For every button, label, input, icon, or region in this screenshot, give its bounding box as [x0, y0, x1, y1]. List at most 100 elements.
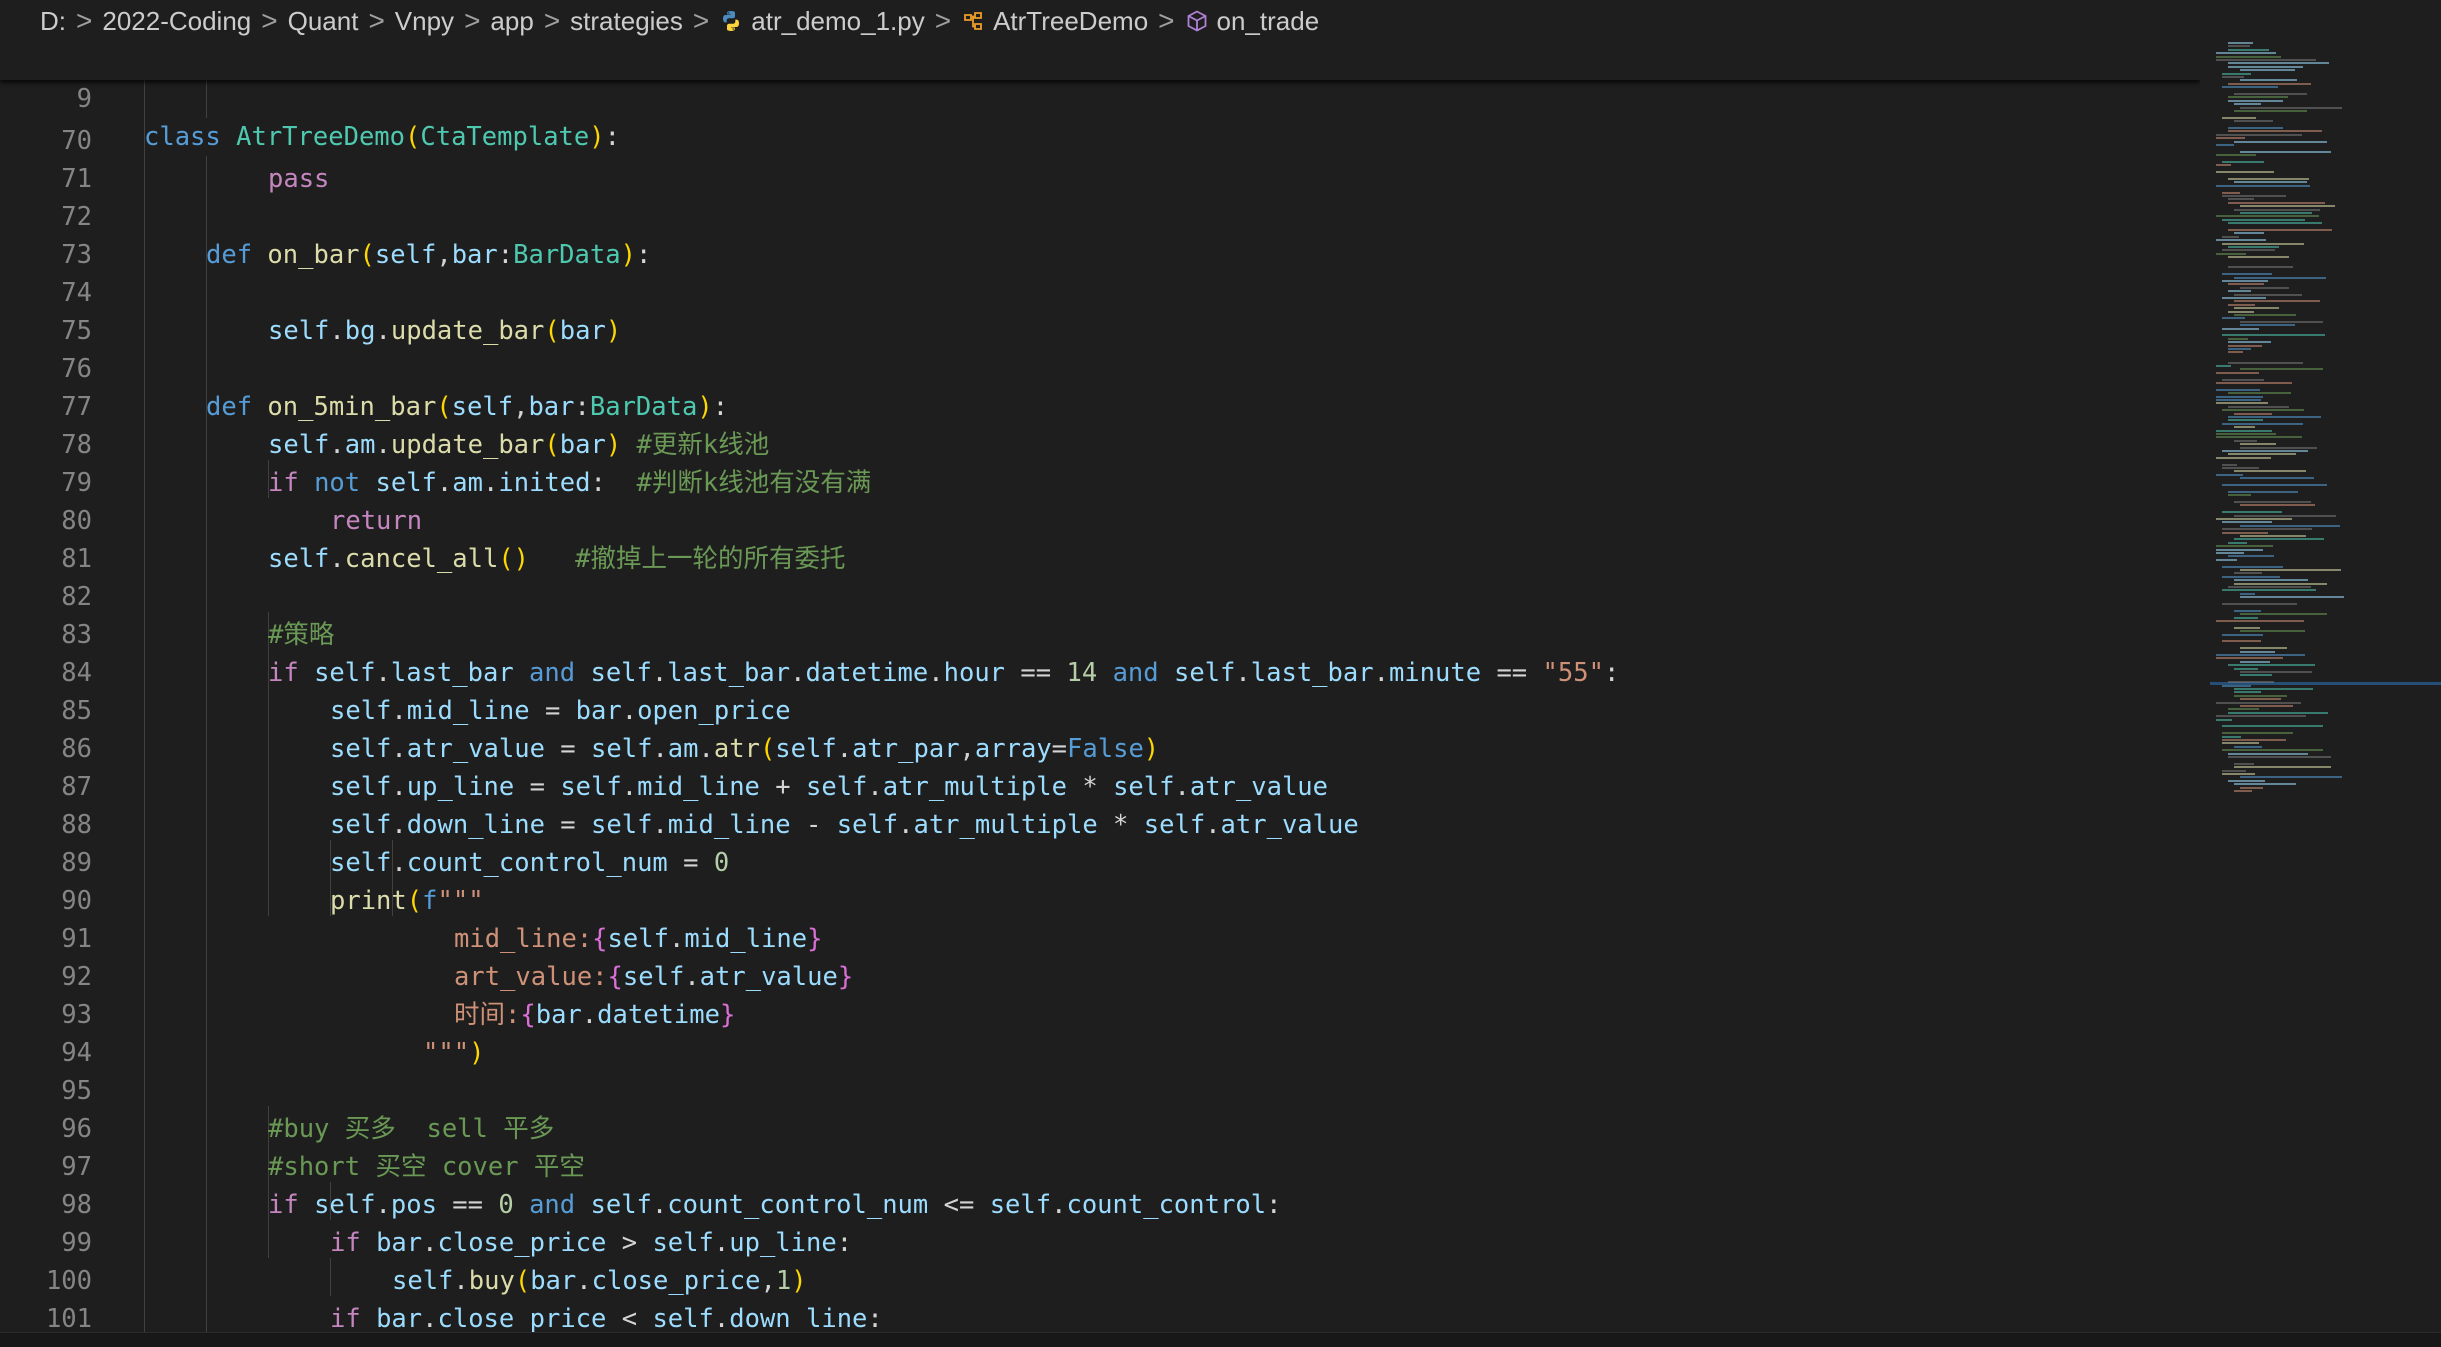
minimap-line: [2216, 552, 2245, 554]
minimap-line: [2228, 490, 2298, 493]
minimap-line: [2216, 657, 2284, 660]
minimap-line: [2216, 399, 2261, 401]
minimap-line: [2228, 416, 2321, 418]
minimap-line: [2228, 127, 2283, 129]
code-line: 88 self.count_control_num = 0: [0, 768, 729, 878]
minimap-line: [2234, 103, 2261, 106]
minimap-line: [2216, 365, 2232, 367]
minimap-line: [2234, 412, 2272, 415]
minimap-line: [2222, 742, 2260, 745]
minimap-line: [2228, 201, 2325, 204]
code-line: 87 self.down_line = self.mid_line - self…: [0, 730, 1358, 840]
minimap-line: [2240, 705, 2293, 707]
minimap-line: [2216, 518, 2292, 520]
minimap-line: [2222, 484, 2327, 486]
minimap-line: [2216, 436, 2302, 439]
minimap-line: [2234, 470, 2307, 473]
minimap-line: [2216, 388, 2261, 391]
minimap-line: [2234, 694, 2287, 697]
minimap-line: [2234, 766, 2332, 769]
minimap-line: [2234, 579, 2308, 582]
minimap-line: [2234, 181, 2307, 184]
breadcrumb: D: > 2022-Coding > Quant > Vnpy > app > …: [0, 0, 2441, 42]
minimap-line: [2228, 303, 2255, 306]
breadcrumb-class[interactable]: AtrTreeDemo: [993, 6, 1148, 37]
breadcrumb-file[interactable]: atr_demo_1.py: [751, 6, 924, 37]
minimap-line: [2240, 592, 2256, 595]
indent-guide: [330, 1258, 331, 1296]
breadcrumb-folder-quant[interactable]: Quant: [288, 6, 359, 37]
minimap[interactable]: [2210, 42, 2441, 1332]
minimap-line: [2216, 456, 2272, 459]
minimap-line: [2234, 514, 2337, 517]
minimap-line: [2216, 252, 2246, 255]
code-line: 89 print(f""": [0, 806, 483, 916]
minimap-line: [2228, 708, 2259, 711]
minimap-line: [2228, 283, 2264, 286]
minimap-line: [2216, 654, 2306, 656]
code-line: 100 if bar.close_price < self.down_line:: [0, 1224, 883, 1332]
code-line: 93 """): [0, 958, 484, 1068]
minimap-line: [2216, 171, 2275, 174]
minimap-line: [2228, 392, 2291, 395]
minimap-line: [2228, 130, 2322, 133]
minimap-line: [2216, 164, 2232, 167]
code-line: 95 #buy 买多 sell 平多: [0, 1034, 554, 1144]
minimap-line: [2234, 501, 2312, 503]
minimap-line: [2240, 674, 2272, 677]
minimap-line: [2222, 528, 2312, 531]
breadcrumb-folder-2022-coding[interactable]: 2022-Coding: [102, 6, 251, 37]
minimap-line: [2216, 239, 2266, 242]
breadcrumb-method[interactable]: on_trade: [1217, 6, 1320, 37]
minimap-line: [2222, 589, 2316, 592]
breadcrumb-separator: >: [368, 5, 385, 36]
minimap-line: [2216, 133, 2303, 136]
minimap-line: [2240, 776, 2342, 779]
minimap-line: [2222, 327, 2260, 330]
sticky-scroll-header[interactable]: 9 class AtrTreeDemo(CtaTemplate):: [0, 42, 2200, 152]
breadcrumb-drive[interactable]: D:: [40, 6, 66, 37]
minimap-line: [2234, 609, 2262, 612]
minimap-line: [2222, 739, 2286, 741]
minimap-line: [2240, 504, 2315, 507]
minimap-line: [2234, 538, 2325, 541]
minimap-line: [2234, 276, 2326, 279]
minimap-line: [2234, 120, 2273, 123]
breadcrumb-folder-app[interactable]: app: [490, 6, 533, 37]
minimap-line: [2216, 429, 2272, 432]
code-line: 98 if bar.close_price > self.up_line:: [0, 1148, 852, 1258]
code-line: 84 self.mid_line = bar.open_price: [0, 616, 790, 726]
minimap-line: [2216, 52, 2276, 55]
minimap-line: [2234, 110, 2307, 112]
minimap-line: [2222, 242, 2304, 245]
minimap-line: [2228, 290, 2251, 293]
minimap-line: [2228, 256, 2289, 259]
minimap-line: [2222, 749, 2324, 752]
minimap-line: [2222, 76, 2245, 78]
breadcrumb-folder-strategies[interactable]: strategies: [570, 6, 683, 37]
minimap-line: [2216, 433, 2276, 435]
minimap-line: [2222, 297, 2266, 299]
breadcrumb-folder-vnpy[interactable]: Vnpy: [395, 6, 454, 37]
minimap-line: [2240, 535, 2306, 537]
minimap-line: [2222, 86, 2278, 89]
minimap-line: [2240, 205, 2335, 208]
breadcrumb-separator: >: [692, 5, 710, 36]
minimap-line: [2228, 96, 2288, 99]
breadcrumb-separator: >: [934, 5, 952, 36]
minimap-line: [2228, 419, 2264, 422]
minimap-line: [2240, 596, 2344, 599]
minimap-line: [2228, 65, 2304, 68]
code-line: 97 if self.pos == 0 and self.count_contr…: [0, 1110, 1281, 1220]
minimap-line: [2240, 477, 2314, 480]
minimap-line: [2222, 235, 2239, 238]
minimap-line: [2222, 633, 2264, 636]
code-editor[interactable]: 9 class AtrTreeDemo(CtaTemplate): 70 pas…: [0, 42, 2200, 1332]
code-line: 85 self.atr_value = self.am.atr(self.atr…: [0, 654, 1159, 764]
method-symbol-icon: [1187, 10, 1206, 32]
minimap-line: [2222, 511, 2283, 514]
minimap-line: [2216, 395, 2263, 398]
code-line: 74 self.bg.update_bar(bar): [0, 236, 621, 346]
minimap-line: [2234, 232, 2265, 235]
breadcrumb-separator: >: [543, 5, 561, 36]
